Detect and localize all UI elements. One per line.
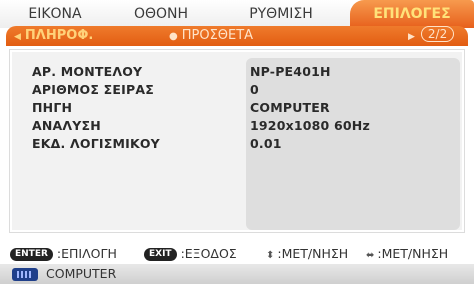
subtab-advanced-label: ΠΡΟΣΘΕΤΑ bbox=[181, 28, 254, 43]
tab-options[interactable]: ΕΠΙΛΟΓΕΣ bbox=[350, 0, 474, 28]
exit-key-icon: EXIT bbox=[144, 248, 177, 261]
tab-display[interactable]: ΟΘΟΝΗ bbox=[110, 0, 212, 28]
up-down-arrow-icon: ⬍ bbox=[266, 250, 275, 261]
tab-picture[interactable]: ΕΙΚΟΝΑ bbox=[0, 0, 110, 28]
help-bar: ENTER :ΕΠΙΛΟΓΗ EXIT :ΕΞΟΔΟΣ ⬍:ΜΕΤ/ΝΗΣΗ ⬌… bbox=[6, 245, 468, 263]
right-arrow-icon: ▶ bbox=[408, 32, 415, 42]
info-label: ΕΚΔ. ΛΟΓΙΣΜΙΚΟΥ bbox=[32, 136, 160, 151]
subtab-info[interactable]: ◀ ΠΛΗΡΟΦ. bbox=[14, 26, 93, 47]
projector-osd-menu: ΕΙΚΟΝΑ ΟΘΟΝΗ ΡΥΘΜΙΣΗ ΕΠΙΛΟΓΕΣ ◀ ΠΛΗΡΟΦ. ●… bbox=[0, 0, 474, 284]
main-tabs: ΕΙΚΟΝΑ ΟΘΟΝΗ ΡΥΘΜΙΣΗ ΕΠΙΛΟΓΕΣ bbox=[0, 0, 474, 28]
help-exit: EXIT :ΕΞΟΔΟΣ bbox=[144, 245, 237, 263]
info-label: ΑΡΙΘΜΟΣ ΣΕΙΡΑΣ bbox=[32, 82, 154, 97]
source-bar: COMPUTER bbox=[0, 264, 474, 284]
info-label: ΑΡ. ΜΟΝΤΕΛΟΥ bbox=[32, 64, 143, 79]
source-label: COMPUTER bbox=[46, 266, 117, 281]
page-indicator[interactable]: ▶ 2/2 bbox=[408, 26, 455, 47]
info-row-serial: ΑΡΙΘΜΟΣ ΣΕΙΡΑΣ 0 bbox=[12, 82, 462, 100]
computer-source-icon bbox=[12, 268, 38, 281]
subtab-info-label: ΠΛΗΡΟΦ. bbox=[24, 28, 94, 43]
info-value: COMPUTER bbox=[250, 100, 330, 115]
help-updown-text: :ΜΕΤ/ΝΗΣΗ bbox=[277, 246, 349, 261]
info-panel: ΑΡ. ΜΟΝΤΕΛΟΥ NP-PE401H ΑΡΙΘΜΟΣ ΣΕΙΡΑΣ 0 … bbox=[9, 49, 465, 233]
info-value: 0.01 bbox=[250, 136, 282, 151]
help-updown: ⬍:ΜΕΤ/ΝΗΣΗ bbox=[266, 245, 348, 265]
info-value: 1920x1080 60Hz bbox=[250, 118, 370, 133]
help-enter: ENTER :ΕΠΙΛΟΓΗ bbox=[10, 245, 117, 263]
info-row-resolution: ΑΝΑΛΥΣΗ 1920x1080 60Hz bbox=[12, 118, 462, 136]
help-exit-text: :ΕΞΟΔΟΣ bbox=[180, 246, 237, 261]
help-enter-text: :ΕΠΙΛΟΓΗ bbox=[56, 246, 117, 261]
tab-setup[interactable]: ΡΥΘΜΙΣΗ bbox=[212, 0, 350, 28]
info-value: 0 bbox=[250, 82, 259, 97]
info-row-source: ΠΗΓΗ COMPUTER bbox=[12, 100, 462, 118]
help-leftright-text: :ΜΕΤ/ΝΗΣΗ bbox=[377, 246, 449, 261]
left-right-arrow-icon: ⬌ bbox=[366, 250, 375, 261]
info-row-firmware: ΕΚΔ. ΛΟΓΙΣΜΙΚΟΥ 0.01 bbox=[12, 136, 462, 154]
subtab-bar: ◀ ΠΛΗΡΟΦ. ● ΠΡΟΣΘΕΤΑ ▶ 2/2 bbox=[6, 26, 468, 46]
left-arrow-icon: ◀ bbox=[14, 32, 21, 42]
subtab-advanced[interactable]: ● ΠΡΟΣΘΕΤΑ bbox=[169, 26, 253, 47]
bullet-icon: ● bbox=[169, 31, 178, 42]
info-label: ΑΝΑΛΥΣΗ bbox=[32, 118, 101, 133]
info-label: ΠΗΓΗ bbox=[32, 100, 73, 115]
info-row-model: ΑΡ. ΜΟΝΤΕΛΟΥ NP-PE401H bbox=[12, 64, 462, 82]
info-value: NP-PE401H bbox=[250, 64, 331, 79]
help-leftright: ⬌:ΜΕΤ/ΝΗΣΗ bbox=[366, 245, 448, 265]
page-number: 2/2 bbox=[420, 26, 455, 42]
enter-key-icon: ENTER bbox=[10, 248, 53, 261]
